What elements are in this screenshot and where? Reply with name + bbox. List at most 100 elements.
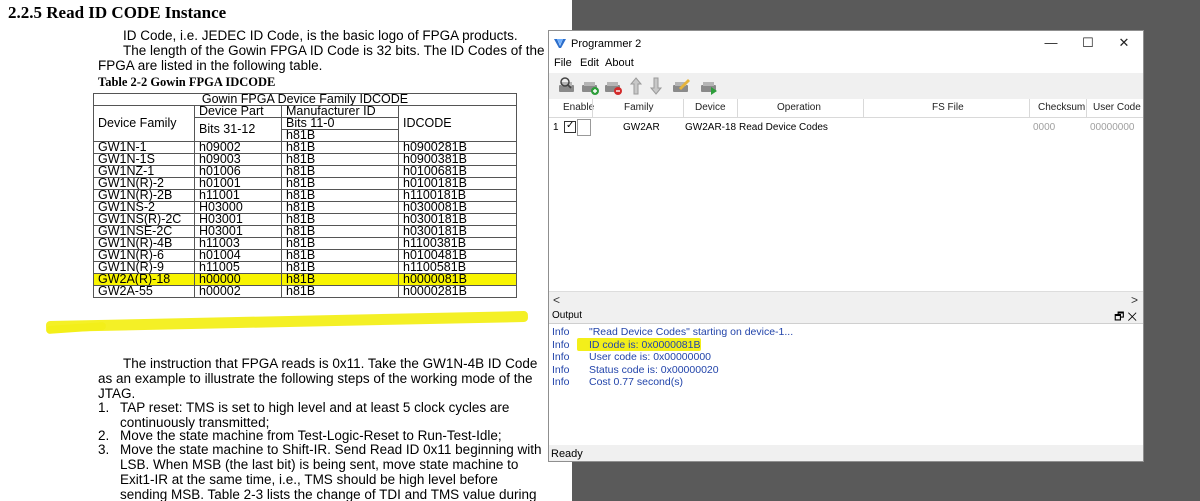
col-checksum[interactable]: Checksum bbox=[1038, 102, 1085, 113]
marker-highlight bbox=[45, 310, 529, 333]
col-operation[interactable]: Operation bbox=[777, 102, 821, 113]
cell-idcode: h0900381B bbox=[398, 153, 517, 166]
table-row: GW1N(R)-4B h11003 h81B h1100381B bbox=[93, 237, 517, 250]
cell-device-family: GW1NZ-1 bbox=[93, 165, 195, 178]
menu-file[interactable]: File bbox=[554, 57, 572, 69]
log-level: Info bbox=[552, 326, 570, 338]
body-line: as an example to illustrate the followin… bbox=[98, 371, 533, 386]
cell-manufacturer-id: h81B bbox=[281, 141, 399, 154]
list-number: 3. bbox=[98, 442, 110, 457]
cell-manufacturer-id: h81B bbox=[281, 237, 399, 250]
log-level: Info bbox=[552, 363, 570, 376]
table-row: GW1NZ-1 h01006 h81B h0100681B bbox=[93, 165, 517, 178]
column-divider bbox=[1086, 99, 1087, 117]
list-number: 1. bbox=[98, 400, 110, 415]
list-text: Move the state machine to Shift-IR. Send… bbox=[120, 442, 542, 457]
move-down-icon[interactable] bbox=[646, 76, 666, 96]
table-row: GW1NS(R)-2C H03001 h81B h0300181B bbox=[93, 213, 517, 226]
cell-manufacturer-id: h81B bbox=[281, 189, 399, 202]
cell-idcode: h1100381B bbox=[398, 237, 517, 250]
cell-device-family: GW1N-1 bbox=[93, 141, 195, 154]
scroll-right-icon[interactable]: > bbox=[1131, 293, 1138, 307]
cell-device-part: h01004 bbox=[194, 249, 282, 262]
close-button[interactable]: ✕ bbox=[1111, 35, 1137, 51]
list-text: LSB. When MSB (the last bit) is being se… bbox=[120, 457, 519, 472]
column-divider bbox=[737, 99, 738, 117]
cell-device-part: h00002 bbox=[194, 285, 282, 298]
cell-device-family: GW1N(R)-4B bbox=[93, 237, 195, 250]
cell-device-part: h00000 bbox=[194, 273, 282, 286]
cell-device-family: GW1N-1S bbox=[93, 153, 195, 166]
file-cell[interactable] bbox=[577, 119, 591, 136]
move-up-icon[interactable] bbox=[626, 76, 646, 96]
cell-manufacturer-id: h81B bbox=[281, 213, 399, 226]
list-text: sending MSB. Table 2-3 lists the change … bbox=[120, 487, 537, 501]
cell-manufacturer-id: h81B bbox=[281, 201, 399, 214]
output-log: Info "Read Device Codes" starting on devi… bbox=[549, 323, 1143, 446]
cell-idcode: h0100181B bbox=[398, 177, 517, 190]
table-row: GW1N(R)-6 h01004 h81B h0100481B bbox=[93, 249, 517, 262]
cell-manufacturer-id: h81B bbox=[281, 285, 399, 298]
cell-device-part: h11003 bbox=[194, 237, 282, 250]
scroll-left-icon[interactable]: < bbox=[553, 293, 560, 307]
log-level: Info bbox=[552, 351, 570, 363]
col-user-code[interactable]: User Code bbox=[1093, 102, 1141, 113]
column-divider bbox=[683, 99, 684, 117]
table-row: GW1N(R)-9 h11005 h81B h1100581B bbox=[93, 261, 517, 274]
add-device-icon[interactable] bbox=[580, 76, 600, 96]
status-bar: Ready bbox=[549, 445, 1143, 461]
cell-idcode: h0000081B bbox=[398, 273, 517, 286]
cell-device-family: GW2A-55 bbox=[93, 285, 195, 298]
cell-device-family: GW1N(R)-9 bbox=[93, 261, 195, 274]
grid-header: Enable Family Device Operation FS File C… bbox=[549, 99, 1143, 118]
table-row: GW1NSE-2C H03001 h81B h0300181B bbox=[93, 225, 517, 238]
cell-device-part: H03001 bbox=[194, 225, 282, 238]
log-message: "Read Device Codes" starting on device-1… bbox=[589, 326, 794, 338]
horizontal-scrollbar[interactable]: < > bbox=[549, 291, 1143, 308]
col-header-device-family: Device Family bbox=[93, 105, 195, 142]
remove-device-icon[interactable] bbox=[603, 76, 623, 96]
col-device[interactable]: Device bbox=[695, 102, 726, 113]
config-device-icon[interactable] bbox=[671, 76, 691, 96]
minimize-button[interactable]: — bbox=[1038, 35, 1064, 51]
column-divider bbox=[592, 99, 593, 117]
cell-device-family: GW1N(R)-2 bbox=[93, 177, 195, 190]
table-row: GW1N-1 h09002 h81B h0900281B bbox=[93, 141, 517, 154]
cell-device-part: h09003 bbox=[194, 153, 282, 166]
row-operation[interactable]: Read Device Codes bbox=[739, 122, 828, 133]
col-header-h81b: h81B bbox=[281, 129, 399, 142]
checkmark-icon: ✓ bbox=[566, 120, 575, 131]
scan-device-icon[interactable] bbox=[557, 76, 577, 96]
col-header-manufacturer-id: Manufacturer ID bbox=[281, 105, 399, 118]
title-bar[interactable]: Programmer 2 — ☐ ✕ bbox=[549, 31, 1143, 55]
column-divider bbox=[1029, 99, 1030, 117]
row-family: GW2AR bbox=[623, 122, 660, 133]
col-header-device-part: Device Part bbox=[194, 105, 282, 118]
device-row[interactable]: 1 ✓ GW2AR GW2AR-18 Read Device Codes 000… bbox=[549, 119, 1143, 137]
col-family[interactable]: Family bbox=[624, 102, 653, 113]
intro-line: ID Code, i.e. JEDEC ID Code, is the basi… bbox=[123, 28, 518, 43]
output-panel-header: Output 🗗 ✕ bbox=[549, 308, 1143, 323]
cell-idcode: h1100581B bbox=[398, 261, 517, 274]
body-line: The instruction that FPGA reads is 0x11.… bbox=[123, 356, 538, 371]
idcode-table: Gowin FPGA Device Family IDCODE Device F… bbox=[93, 93, 517, 298]
maximize-button[interactable]: ☐ bbox=[1075, 35, 1101, 51]
table-row: GW1N(R)-2 h01001 h81B h0100181B bbox=[93, 177, 517, 190]
cell-idcode: h0900281B bbox=[398, 141, 517, 154]
cell-device-family: GW2A(R)-18 bbox=[93, 273, 195, 286]
toolbar bbox=[549, 73, 1143, 100]
table-caption: Table 2-2 Gowin FPGA IDCODE bbox=[98, 75, 276, 89]
cell-device-part: h01001 bbox=[194, 177, 282, 190]
cell-device-family: GW1N(R)-6 bbox=[93, 249, 195, 262]
row-index: 1 bbox=[553, 122, 559, 133]
col-header-bits-11-0: Bits 11-0 bbox=[281, 117, 399, 130]
menu-edit[interactable]: Edit bbox=[580, 57, 599, 69]
cell-idcode: h0300181B bbox=[398, 225, 517, 238]
program-device-icon[interactable] bbox=[699, 76, 719, 96]
col-enable[interactable]: Enable bbox=[563, 102, 594, 113]
cell-device-family: GW1N(R)-2B bbox=[93, 189, 195, 202]
enable-checkbox[interactable]: ✓ bbox=[564, 120, 576, 133]
menu-about[interactable]: About bbox=[605, 57, 634, 69]
log-message: Cost 0.77 second(s) bbox=[589, 376, 683, 388]
col-fs-file[interactable]: FS File bbox=[932, 102, 964, 113]
